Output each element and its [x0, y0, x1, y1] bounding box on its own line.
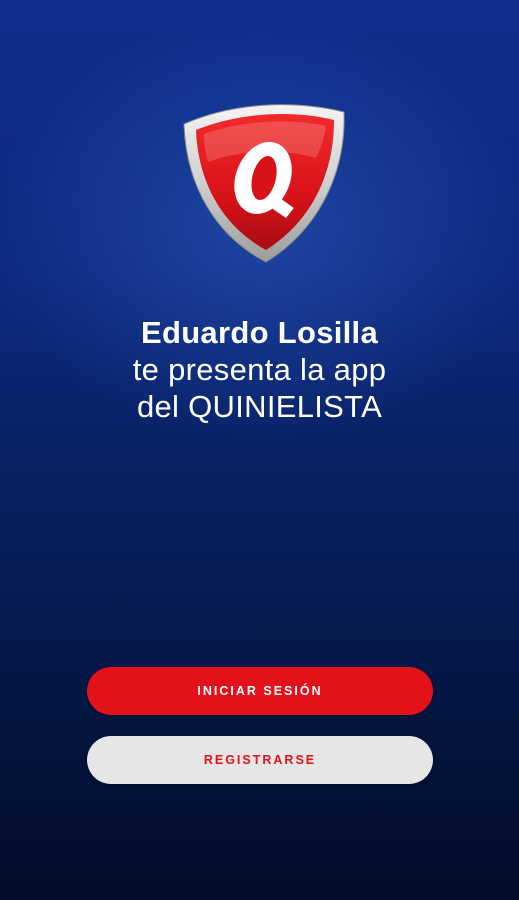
shield-logo-icon [183, 104, 345, 263]
welcome-screen: Eduardo Losilla te presenta la app del Q… [0, 0, 519, 900]
register-button[interactable]: REGISTRARSE [87, 736, 433, 784]
quiniela-shield-logo [174, 96, 350, 266]
intro-subtitle-line1: te presenta la app [132, 352, 387, 387]
intro-subtitle-line2: del QUINIELISTA [136, 389, 383, 424]
intro-title: Eduardo Losilla [140, 315, 379, 350]
intro-text: Eduardo Losilla te presenta la app del Q… [0, 314, 519, 425]
login-button[interactable]: INICIAR SESIÓN [87, 667, 433, 715]
